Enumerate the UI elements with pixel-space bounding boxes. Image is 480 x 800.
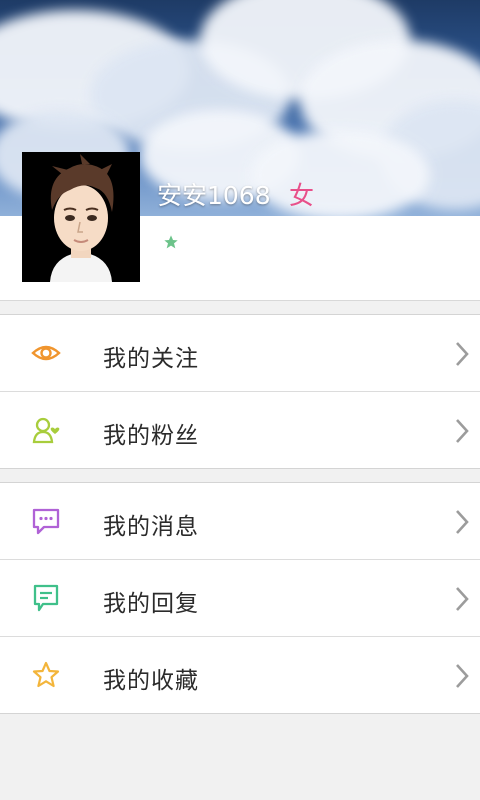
menu-item-label: 我的收藏: [103, 668, 199, 694]
username: 安安1068: [157, 181, 271, 210]
menu-group-social: 我的关注 我的粉丝: [0, 314, 480, 469]
eye-icon: [31, 345, 61, 361]
gender-label: 女: [289, 181, 315, 210]
menu-group-activity: 我的消息 我的回复 我的收藏: [0, 482, 480, 714]
profile-header: 安安1068 女: [0, 0, 480, 301]
menu-item-label: 我的粉丝: [103, 423, 199, 449]
menu-item-label: 我的回复: [103, 591, 199, 617]
chevron-right-icon: [456, 342, 469, 366]
avatar-image: [22, 152, 140, 282]
reply-comment-icon: [33, 584, 59, 612]
menu-item-fans[interactable]: 我的粉丝: [0, 392, 480, 468]
menu-item-label: 我的关注: [103, 346, 199, 372]
menu-item-following[interactable]: 我的关注: [0, 315, 480, 392]
user-heart-icon: [32, 417, 60, 444]
chevron-right-icon: [456, 587, 469, 611]
menu-item-replies[interactable]: 我的回复: [0, 560, 480, 637]
avatar[interactable]: [22, 152, 140, 282]
chevron-right-icon: [456, 510, 469, 534]
chevron-right-icon: [456, 664, 469, 688]
menu-item-messages[interactable]: 我的消息: [0, 483, 480, 560]
chevron-right-icon: [456, 419, 469, 443]
star-icon: [32, 661, 60, 688]
level-star-icon: [164, 235, 178, 249]
chat-bubble-icon: [32, 508, 60, 535]
menu-item-label: 我的消息: [103, 514, 199, 540]
menu-item-favorites[interactable]: 我的收藏: [0, 637, 480, 713]
